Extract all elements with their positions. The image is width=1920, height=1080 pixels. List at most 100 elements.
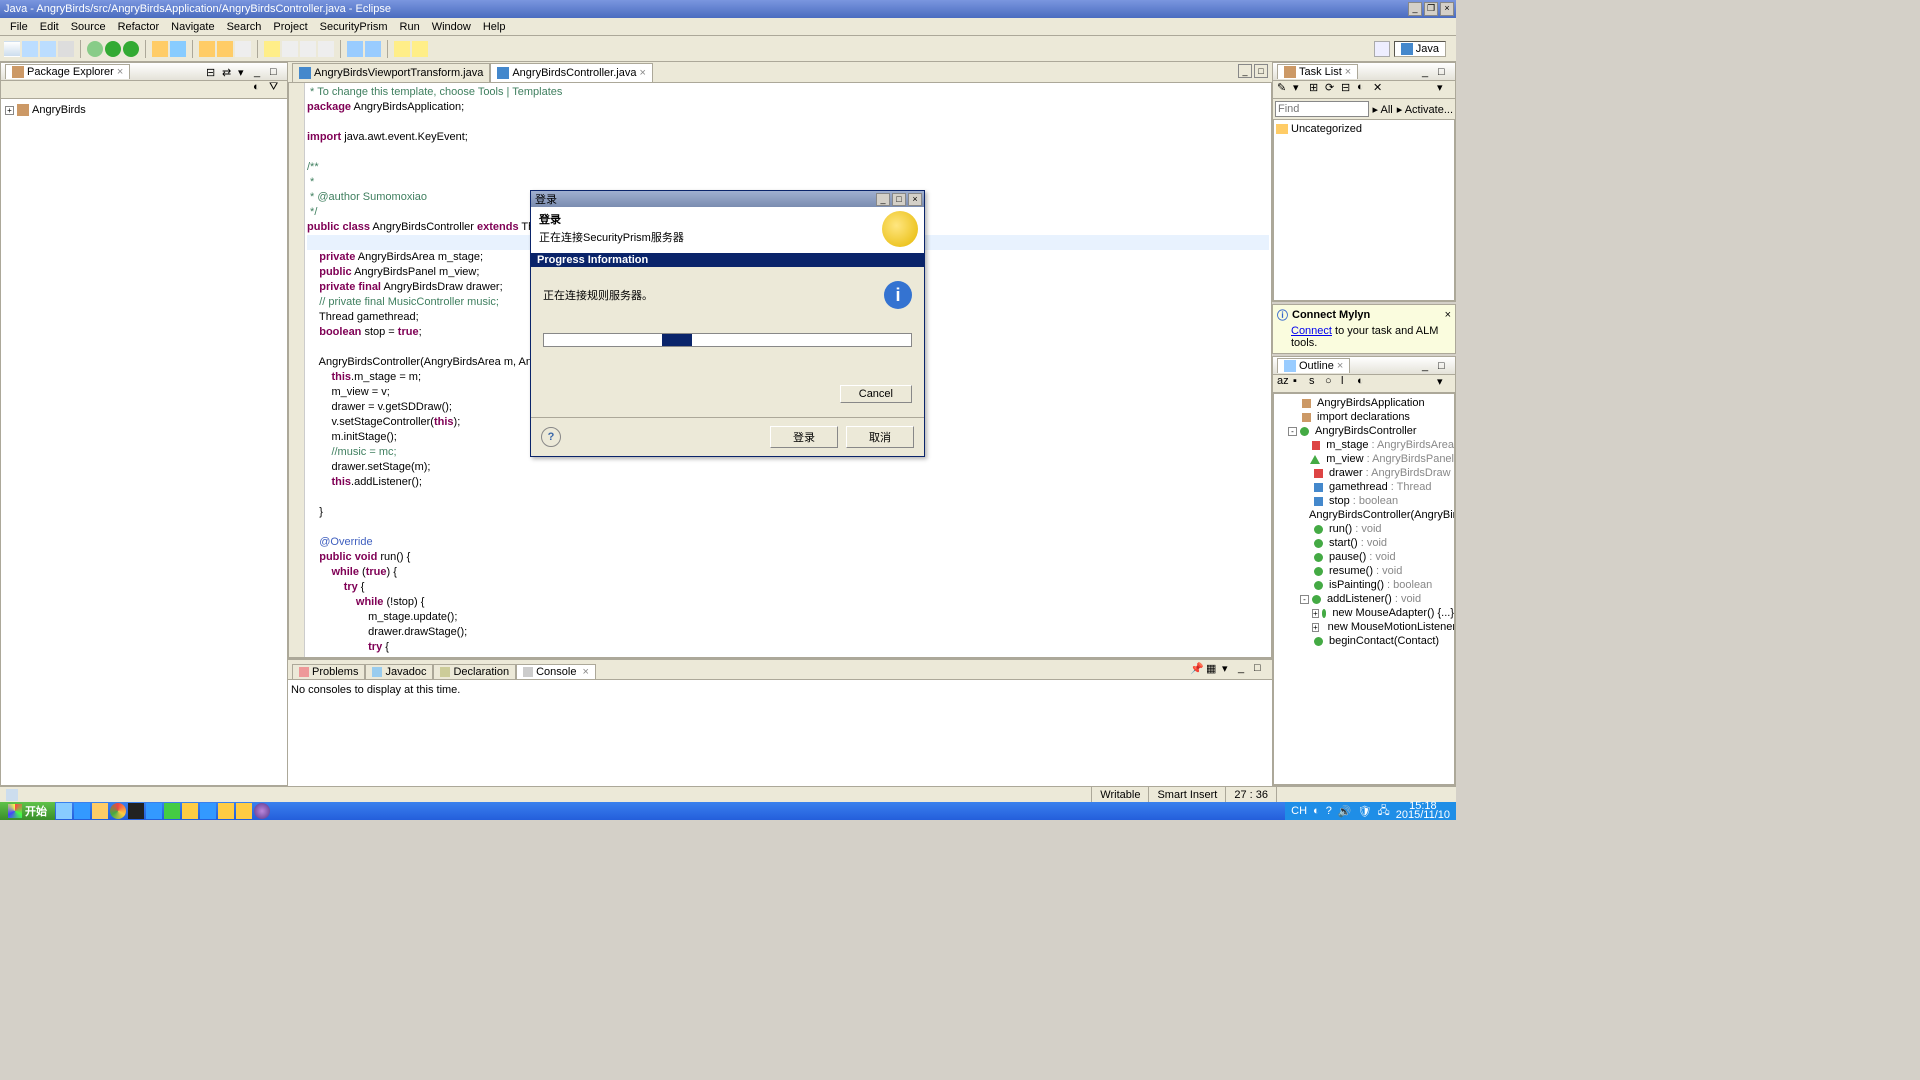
uncategorized-node[interactable]: Uncategorized xyxy=(1276,122,1452,136)
tray-volume-icon[interactable]: 🔊 xyxy=(1338,805,1352,818)
outline-item[interactable]: AngryBirdsApplication xyxy=(1276,396,1454,410)
open-task-icon[interactable] xyxy=(217,41,233,57)
outline-item[interactable]: +new MouseMotionListener() {...} xyxy=(1276,620,1454,634)
outline-item[interactable]: gamethread : Thread xyxy=(1276,480,1454,494)
editor-tab-controller[interactable]: AngryBirdsController.java × xyxy=(490,63,653,82)
close-button[interactable]: × xyxy=(1440,2,1454,16)
menu-window[interactable]: Window xyxy=(426,21,477,33)
categorize-icon[interactable]: ⊞ xyxy=(1309,81,1323,95)
print-icon[interactable] xyxy=(58,41,74,57)
save-icon[interactable] xyxy=(22,41,38,57)
minimize-editor-icon[interactable]: _ xyxy=(1238,64,1252,78)
dialog-titlebar[interactable]: 登录 _ □ × xyxy=(531,191,924,207)
outline-tree[interactable]: AngryBirdsApplicationimport declarations… xyxy=(1273,393,1455,785)
tray-help-icon[interactable]: ? xyxy=(1326,805,1332,817)
prev-annotation-icon[interactable] xyxy=(365,41,381,57)
task-find-input[interactable] xyxy=(1275,101,1369,117)
tasklist-body[interactable]: Uncategorized xyxy=(1273,119,1455,301)
outline-item[interactable]: -AngryBirdsController xyxy=(1276,424,1454,438)
focus-icon[interactable]: ◐ xyxy=(1357,81,1371,95)
expand-icon[interactable]: + xyxy=(1312,623,1319,632)
hide-fields-icon[interactable]: ▪ xyxy=(1293,375,1307,389)
open-console-icon[interactable]: ▾ xyxy=(1222,662,1236,676)
outline-item[interactable]: m_stage : AngryBirdsArea xyxy=(1276,438,1454,452)
outline-item[interactable]: resume() : void xyxy=(1276,564,1454,578)
minimize-view-icon[interactable]: _ xyxy=(253,65,267,79)
minimize-button[interactable]: _ xyxy=(1408,2,1422,16)
outline-item[interactable]: beginContact(Contact) xyxy=(1276,634,1454,648)
menu-source[interactable]: Source xyxy=(65,21,112,33)
perspective-java[interactable]: Java xyxy=(1394,41,1446,57)
tray-icon[interactable]: ◐ xyxy=(1313,805,1320,817)
menu-help[interactable]: Help xyxy=(477,21,512,33)
view-menu-icon[interactable]: ▾ xyxy=(1437,81,1451,95)
collapse-icon[interactable]: ⊟ xyxy=(1341,81,1355,95)
minimize-view-icon[interactable]: _ xyxy=(1238,662,1252,676)
tab-problems[interactable]: Problems xyxy=(292,664,365,679)
mylyn-connect-link[interactable]: Connect xyxy=(1291,325,1332,337)
outline-item[interactable]: run() : void xyxy=(1276,522,1454,536)
outline-tab[interactable]: Outline × xyxy=(1277,358,1350,373)
maximize-editor-icon[interactable]: □ xyxy=(1254,64,1268,78)
minimize-view-icon[interactable]: _ xyxy=(1421,359,1435,373)
maximize-view-icon[interactable]: □ xyxy=(1437,359,1451,373)
cancel-button[interactable]: 取消 xyxy=(846,426,914,448)
system-tray[interactable]: CH ◐ ? 🔊 🛡 🖧 15:18 2015/11/10 xyxy=(1285,802,1456,820)
menu-project[interactable]: Project xyxy=(267,21,313,33)
activate-filter[interactable]: ▸ Activate... xyxy=(1397,103,1453,116)
close-tab-icon[interactable]: × xyxy=(1337,360,1343,372)
expand-icon[interactable]: + xyxy=(5,106,14,115)
package-explorer-tree[interactable]: + AngryBirds xyxy=(1,99,287,785)
hide-static-icon[interactable]: s xyxy=(1309,375,1323,389)
expand-icon[interactable]: - xyxy=(1300,595,1309,604)
taskbar-app2-icon[interactable] xyxy=(200,803,216,819)
outline-item[interactable]: -addListener() : void xyxy=(1276,592,1454,606)
taskbar-terminal-icon[interactable] xyxy=(128,803,144,819)
outline-item[interactable]: drawer : AngryBirdsDraw xyxy=(1276,466,1454,480)
hide-nonpublic-icon[interactable]: ○ xyxy=(1325,375,1339,389)
dialog-maximize-button[interactable]: □ xyxy=(892,193,906,206)
run-last-icon[interactable] xyxy=(123,41,139,57)
open-perspective-icon[interactable] xyxy=(1374,41,1390,57)
progress-cancel-button[interactable]: Cancel xyxy=(840,385,912,403)
taskbar-shield2-icon[interactable] xyxy=(164,803,180,819)
taskbar-chrome-icon[interactable] xyxy=(110,803,126,819)
outline-item[interactable]: m_view : AngryBirdsPanel xyxy=(1276,452,1454,466)
outline-item[interactable]: pause() : void xyxy=(1276,550,1454,564)
search-icon[interactable] xyxy=(235,41,251,57)
open-type-icon[interactable] xyxy=(199,41,215,57)
close-tab-icon[interactable]: × xyxy=(639,67,645,79)
focus-task-icon[interactable]: ◐ xyxy=(253,81,267,95)
menu-securityprism[interactable]: SecurityPrism xyxy=(314,21,394,33)
menu-run[interactable]: Run xyxy=(394,21,426,33)
save-all-icon[interactable] xyxy=(40,41,56,57)
menu-edit[interactable]: Edit xyxy=(34,21,65,33)
project-node[interactable]: + AngryBirds xyxy=(5,103,283,117)
next-annotation-icon[interactable] xyxy=(347,41,363,57)
close-tab-icon[interactable]: × xyxy=(579,666,588,678)
outline-item[interactable]: import declarations xyxy=(1276,410,1454,424)
package-explorer-tab[interactable]: Package Explorer × xyxy=(5,64,130,79)
expand-icon[interactable]: + xyxy=(1312,609,1319,618)
taskbar-shield1-icon[interactable] xyxy=(146,803,162,819)
sync-icon[interactable]: ⟳ xyxy=(1325,81,1339,95)
toggle-block-icon[interactable] xyxy=(300,41,316,57)
restore-button[interactable]: ❐ xyxy=(1424,2,1438,16)
hide-local-icon[interactable]: l xyxy=(1341,375,1355,389)
taskbar-eclipse-icon[interactable] xyxy=(254,803,270,819)
outline-item[interactable]: stop : boolean xyxy=(1276,494,1454,508)
hide-icon[interactable]: ✕ xyxy=(1373,81,1387,95)
tab-javadoc[interactable]: Javadoc xyxy=(365,664,433,679)
taskbar-explorer-icon[interactable] xyxy=(56,803,72,819)
menu-search[interactable]: Search xyxy=(221,21,268,33)
tray-shield-icon[interactable]: 🛡 xyxy=(1358,805,1372,818)
outline-item[interactable]: start() : void xyxy=(1276,536,1454,550)
outline-item[interactable]: +new MouseAdapter() {...} xyxy=(1276,606,1454,620)
maximize-view-icon[interactable]: □ xyxy=(1254,662,1268,676)
display-console-icon[interactable]: ▦ xyxy=(1206,662,1220,676)
close-tab-icon[interactable]: × xyxy=(1345,66,1351,78)
pin-console-icon[interactable]: 📌 xyxy=(1190,662,1204,676)
debug-icon[interactable] xyxy=(87,41,103,57)
login-button[interactable]: 登录 xyxy=(770,426,838,448)
dialog-minimize-button[interactable]: _ xyxy=(876,193,890,206)
